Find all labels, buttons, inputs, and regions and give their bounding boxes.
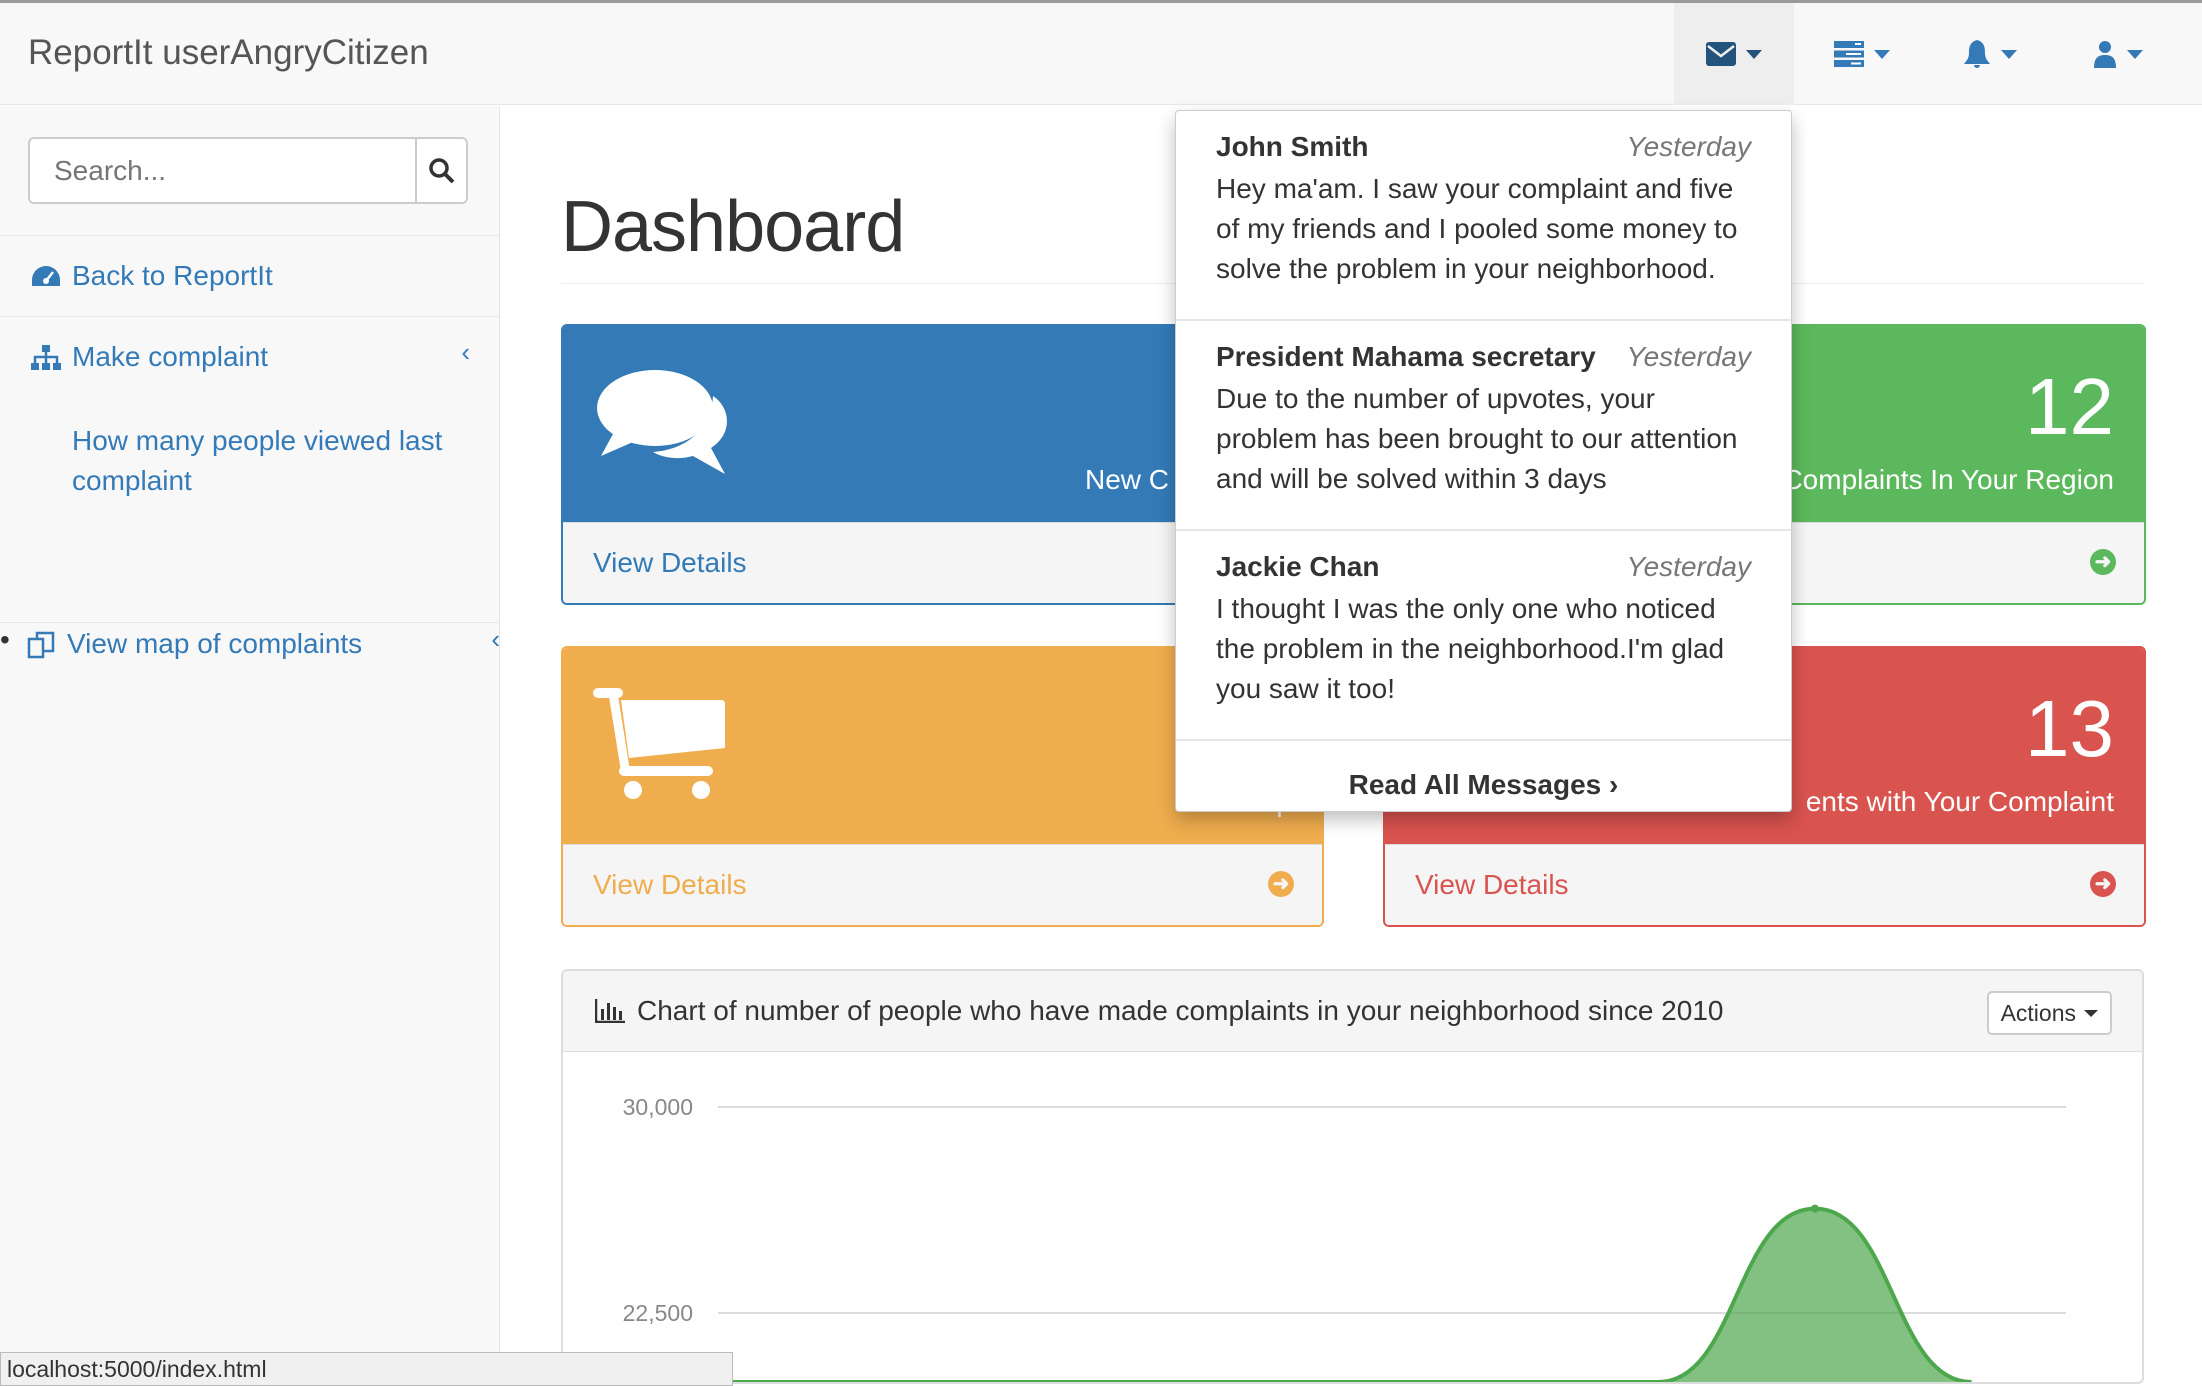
chevron-left-icon: ‹ <box>491 624 500 654</box>
arrow-circle-right-icon: ➜ <box>2090 549 2116 575</box>
tasks-dropdown-toggle[interactable] <box>1802 3 1922 105</box>
envelope-icon <box>1706 42 1736 66</box>
chart-panel: Chart of number of people who have made … <box>561 969 2144 1384</box>
sidebar-item-map[interactable]: • View map of complaints ‹ <box>0 624 500 674</box>
caret-down-icon <box>1746 49 1762 59</box>
chart-title: Chart of number of people who have made … <box>637 995 1724 1026</box>
y-tick-label: 30,000 <box>623 1094 693 1120</box>
messages-dropdown-toggle[interactable] <box>1674 3 1794 105</box>
chevron-left-icon: ‹ <box>461 337 470 367</box>
search-button[interactable] <box>415 139 466 202</box>
search-icon <box>428 157 454 183</box>
shopping-cart-icon <box>593 688 725 799</box>
view-details-link[interactable]: View Details ➜ <box>1385 844 2144 925</box>
message-item[interactable]: President Mahama secretary Yesterday Due t… <box>1176 321 1791 531</box>
panel-label: New C <box>1085 464 1170 495</box>
sidebar: Back to ReportIt Make complaint ‹ How ma… <box>0 106 500 1386</box>
comments-icon <box>597 370 727 474</box>
y-tick-label: 22,500 <box>623 1300 693 1326</box>
files-icon <box>27 631 55 659</box>
view-details-link[interactable]: View Details ➜ <box>563 844 1322 925</box>
alerts-dropdown-toggle[interactable] <box>1930 3 2050 105</box>
caret-down-icon <box>2127 49 2143 59</box>
brand[interactable]: ReportIt userAngryCitizen <box>28 33 429 73</box>
area-series <box>718 1208 1972 1382</box>
data-point[interactable] <box>1810 1204 1819 1213</box>
area-chart: 30,000 22,500 <box>623 1094 2066 1382</box>
sidebar-item-back[interactable]: Back to ReportIt <box>0 235 500 317</box>
status-bar-url: localhost:5000/index.html <box>0 1352 733 1386</box>
search-form <box>28 137 468 204</box>
caret-down-icon <box>1874 49 1890 59</box>
bell-icon <box>1964 40 1990 68</box>
page-title: Dashboard <box>561 187 905 267</box>
dashboard-icon <box>32 266 60 286</box>
chevron-right-icon: › <box>1609 769 1619 800</box>
read-all-messages-link[interactable]: Read All Messages › <box>1176 741 1791 801</box>
sitemap-icon <box>31 345 61 370</box>
tasks-icon <box>1834 41 1864 67</box>
caret-down-icon <box>2084 1009 2098 1017</box>
messages-dropdown: John Smith Yesterday Hey ma'am. I saw your… <box>1175 110 1792 812</box>
bullet: • <box>0 624 10 655</box>
message-item[interactable]: Jackie Chan Yesterday I thought I was the … <box>1176 531 1791 741</box>
caret-down-icon <box>2001 49 2017 59</box>
user-icon <box>2094 41 2116 68</box>
actions-dropdown-button[interactable]: Actions <box>1986 991 2112 1035</box>
message-item[interactable]: John Smith Yesterday Hey ma'am. I saw your… <box>1176 111 1791 321</box>
navbar: ReportIt userAngryCitizen <box>0 3 2202 105</box>
sidebar-item-make-complaint[interactable]: Make complaint ‹ How many people viewed … <box>0 317 500 623</box>
bar-chart-icon <box>595 999 625 1023</box>
sidebar-subitem-views[interactable]: How many people viewed last complaint <box>72 421 472 501</box>
arrow-circle-right-icon: ➜ <box>2090 871 2116 897</box>
search-input[interactable] <box>30 139 415 202</box>
user-dropdown-toggle[interactable] <box>2058 3 2178 105</box>
arrow-circle-right-icon: ➜ <box>1268 871 1294 897</box>
